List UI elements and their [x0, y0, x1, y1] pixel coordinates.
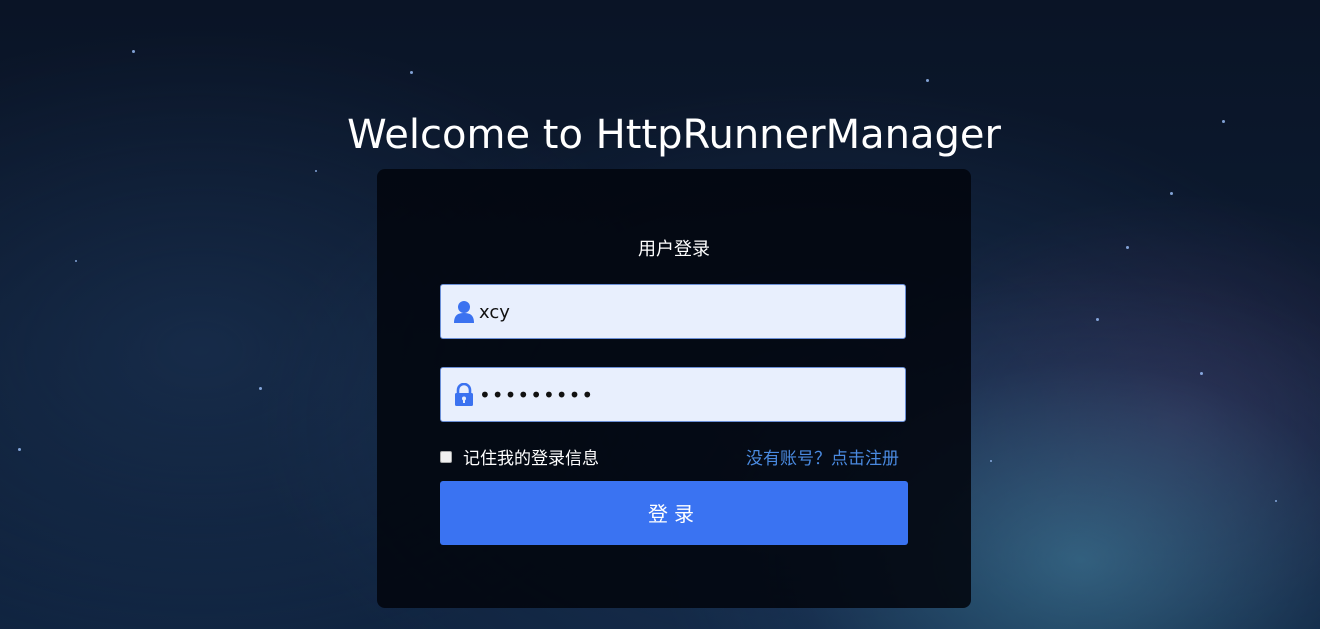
lock-icon	[453, 382, 475, 407]
remember-me[interactable]: 记住我的登录信息	[440, 444, 599, 469]
user-icon	[453, 300, 475, 324]
login-button[interactable]: 登录	[440, 481, 908, 545]
password-value: •••••••••	[479, 383, 595, 407]
username-value: xcy	[479, 302, 510, 323]
register-link[interactable]: 没有账号？点击注册	[746, 444, 899, 469]
password-field[interactable]: •••••••••	[440, 367, 906, 422]
remember-label: 记住我的登录信息	[463, 449, 599, 469]
login-panel: 用户登录 xcy ••••••••• 记住我的登录信息 没有账号？点击注册 登录	[377, 169, 971, 608]
page-title: Welcome to HttpRunnerManager	[347, 112, 1001, 158]
username-field[interactable]: xcy	[440, 284, 906, 339]
login-heading: 用户登录	[638, 239, 710, 260]
remember-checkbox[interactable]	[440, 450, 452, 463]
